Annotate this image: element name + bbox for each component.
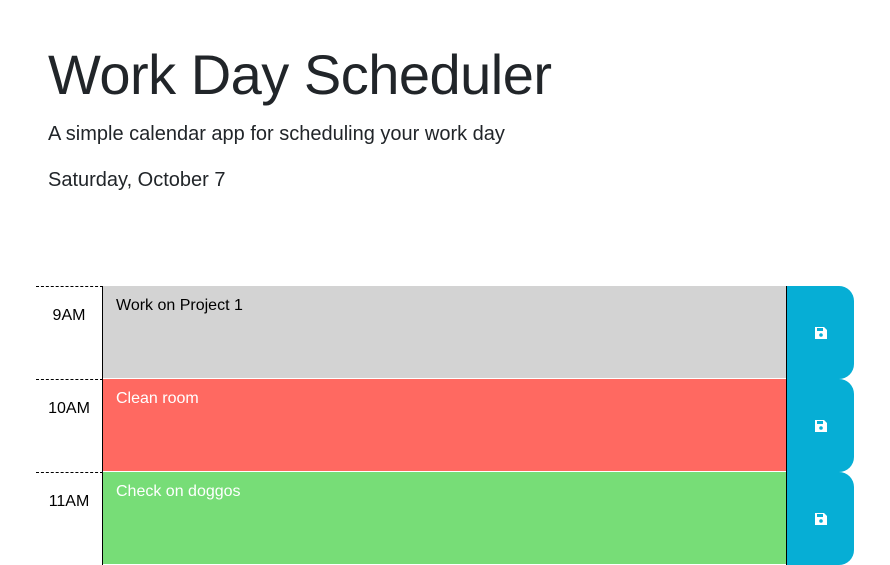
floppy-disk-icon — [814, 326, 827, 339]
time-block-10am: 10AM Clean room — [36, 379, 854, 472]
event-description-9am[interactable]: Work on Project 1 — [103, 286, 786, 379]
page-title: Work Day Scheduler — [48, 43, 552, 106]
schedule-container: 9AM Work on Project 1 10AM Clean room 11… — [36, 286, 854, 565]
save-button-9am[interactable] — [786, 286, 854, 379]
floppy-disk-icon — [814, 512, 827, 525]
current-day: Saturday, October 7 — [48, 169, 226, 191]
save-button-10am[interactable] — [786, 379, 854, 472]
event-description-10am[interactable]: Clean room — [103, 379, 786, 472]
event-description-11am[interactable]: Check on doggos — [103, 472, 786, 565]
hour-label: 10AM — [36, 379, 103, 472]
save-button-11am[interactable] — [786, 472, 854, 565]
time-block-11am: 11AM Check on doggos — [36, 472, 854, 565]
time-block-9am: 9AM Work on Project 1 — [36, 286, 854, 379]
hour-label: 11AM — [36, 472, 103, 565]
page-subtitle: A simple calendar app for scheduling you… — [48, 123, 505, 145]
floppy-disk-icon — [814, 419, 827, 432]
hour-label: 9AM — [36, 286, 103, 379]
